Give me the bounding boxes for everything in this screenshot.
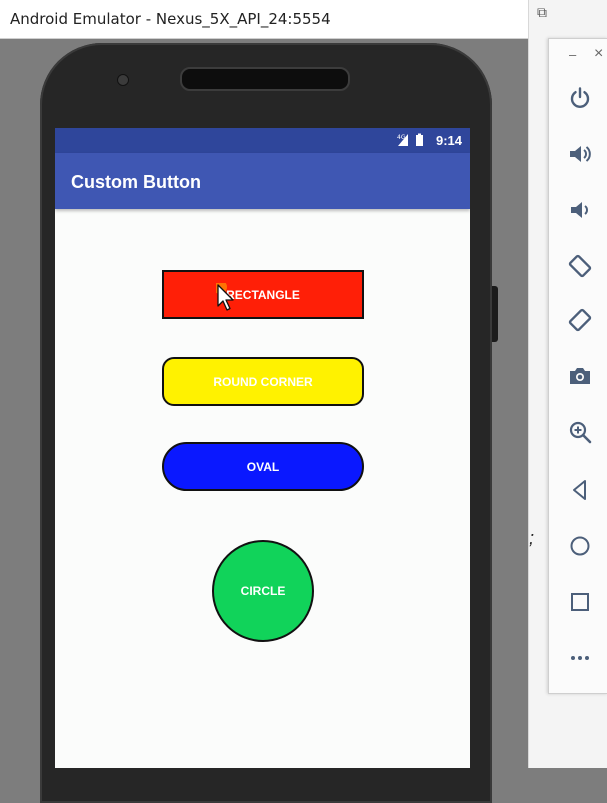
home-icon[interactable] bbox=[567, 533, 593, 559]
app-bar: Custom Button bbox=[55, 153, 470, 209]
rotate-right-icon[interactable] bbox=[567, 307, 593, 333]
earpiece-speaker bbox=[180, 67, 350, 91]
app-title: Custom Button bbox=[71, 172, 201, 192]
zoom-icon[interactable] bbox=[567, 419, 593, 445]
semicolon-glyph: ; bbox=[529, 528, 535, 548]
rectangle-button[interactable]: RECTANGLE bbox=[162, 270, 364, 319]
volume-up-icon[interactable] bbox=[567, 141, 593, 167]
oval-button[interactable]: OVAL bbox=[162, 442, 364, 491]
phone-screen: 4G 9:14 Custom Button RECTANGLE ROUND CO… bbox=[55, 128, 470, 768]
camera-icon[interactable] bbox=[567, 363, 593, 389]
phone-side-button[interactable] bbox=[492, 286, 498, 342]
close-icon[interactable]: × bbox=[594, 45, 603, 63]
emulator-title-bar: Android Emulator - Nexus_5X_API_24:5554 bbox=[0, 0, 528, 39]
volume-down-icon[interactable] bbox=[567, 197, 593, 223]
more-icon[interactable] bbox=[567, 645, 593, 671]
power-icon[interactable] bbox=[567, 85, 593, 111]
overview-icon[interactable] bbox=[567, 589, 593, 615]
back-icon[interactable] bbox=[567, 477, 593, 503]
front-camera bbox=[117, 74, 129, 86]
window-title: Android Emulator - Nexus_5X_API_24:5554 bbox=[10, 10, 331, 28]
emulator-toolbar: – × bbox=[548, 38, 607, 694]
round-corner-button[interactable]: ROUND CORNER bbox=[162, 357, 364, 406]
circle-button[interactable]: CIRCLE bbox=[212, 540, 314, 642]
status-icons: 4G bbox=[396, 133, 426, 152]
svg-text:4G: 4G bbox=[397, 134, 406, 141]
status-time: 9:14 bbox=[435, 133, 462, 148]
restore-icon[interactable]: ⧉ bbox=[537, 4, 547, 21]
rotate-left-icon[interactable] bbox=[567, 253, 593, 279]
status-bar: 4G 9:14 bbox=[55, 128, 470, 153]
minimize-icon[interactable]: – bbox=[569, 47, 576, 62]
battery-icon bbox=[416, 135, 423, 146]
